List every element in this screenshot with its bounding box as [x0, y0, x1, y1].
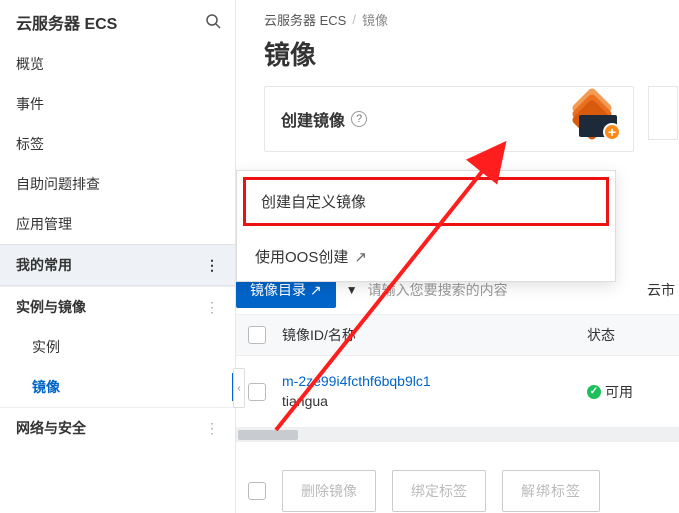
sidebar-group-network-label: 网络与安全: [16, 418, 86, 438]
table-row: m-2ze99i4fcthf6bqb9lc1 tiangua ✓ 可用: [236, 356, 679, 428]
more-vertical-icon[interactable]: ⋮: [205, 257, 219, 274]
image-name: tiangua: [282, 392, 571, 412]
create-image-dropdown: 创建自定义镜像 使用OOS创建 ↗: [236, 170, 616, 282]
sidebar-group-favorites[interactable]: 我的常用 ⋮: [0, 244, 235, 286]
column-header-status[interactable]: 状态: [587, 325, 667, 345]
image-stack-icon: +: [561, 101, 617, 137]
sidebar-group-instances-label: 实例与镜像: [16, 297, 86, 317]
horizontal-scrollbar[interactable]: [236, 428, 679, 442]
dropdown-item-oos-label: 使用OOS创建: [255, 246, 348, 267]
table-footer-actions: 删除镜像 绑定标签 解绑标签: [236, 464, 679, 513]
dropdown-item-custom-image[interactable]: 创建自定义镜像: [243, 177, 609, 226]
status-ok-icon: ✓: [587, 385, 601, 399]
bind-tag-button[interactable]: 绑定标签: [392, 470, 486, 512]
delete-image-button[interactable]: 删除镜像: [282, 470, 376, 512]
table-header: 镜像ID/名称 状态: [236, 314, 679, 356]
breadcrumb-root[interactable]: 云服务器 ECS: [264, 10, 346, 29]
external-link-icon: ↗: [354, 248, 367, 266]
select-all-checkbox[interactable]: [248, 326, 266, 344]
page-title: 镜像: [264, 35, 679, 72]
sidebar: 云服务器 ECS 概览 事件 标签 自助问题排查 应用管理 我的常用 ⋮ 实例与…: [0, 0, 236, 513]
column-header-id[interactable]: 镜像ID/名称: [282, 325, 571, 345]
sidebar-item-instance[interactable]: 实例: [0, 327, 235, 367]
sidebar-group-instances[interactable]: 实例与镜像 ⋮: [0, 286, 235, 327]
breadcrumb-separator: /: [352, 12, 356, 27]
sidebar-item-selfcheck[interactable]: 自助问题排查: [0, 164, 235, 204]
create-image-card[interactable]: 创建镜像 ? +: [264, 86, 634, 152]
dropdown-item-oos[interactable]: 使用OOS创建 ↗: [237, 232, 615, 281]
more-vertical-icon[interactable]: ⋮: [205, 420, 219, 437]
sidebar-group-network[interactable]: 网络与安全 ⋮: [0, 407, 235, 448]
sidebar-collapse-handle[interactable]: ‹: [233, 368, 245, 408]
row-checkbox[interactable]: [248, 383, 266, 401]
image-table: 镜像ID/名称 状态 m-2ze99i4fcthf6bqb9lc1 tiangu…: [236, 314, 679, 446]
breadcrumb: 云服务器 ECS / 镜像: [264, 10, 679, 29]
filter-caret-icon[interactable]: ▼: [346, 283, 358, 297]
dropdown-item-custom-image-label: 创建自定义镜像: [261, 191, 366, 212]
plus-badge-icon: +: [603, 123, 621, 141]
search-icon[interactable]: [205, 13, 221, 32]
adjacent-card[interactable]: [648, 86, 678, 140]
search-placeholder: 请输入您要搜索的内容: [368, 280, 508, 300]
image-directory-button-label: 镜像目录: [250, 280, 306, 300]
main-content: 云服务器 ECS / 镜像 镜像 创建镜像 ? + 创建自定义镜: [236, 0, 679, 513]
sidebar-item-tags[interactable]: 标签: [0, 124, 235, 164]
sidebar-item-image[interactable]: 镜像: [0, 367, 235, 407]
sidebar-item-appmgr[interactable]: 应用管理: [0, 204, 235, 244]
search-input[interactable]: 请输入您要搜索的内容: [368, 280, 637, 300]
image-id-link[interactable]: m-2ze99i4fcthf6bqb9lc1: [282, 372, 571, 392]
sidebar-item-events[interactable]: 事件: [0, 84, 235, 124]
create-image-title: 创建镜像: [281, 107, 345, 131]
external-link-icon: ↗: [310, 282, 322, 299]
footer-select-all-checkbox[interactable]: [248, 482, 266, 500]
breadcrumb-current: 镜像: [362, 10, 388, 29]
sidebar-item-overview[interactable]: 概览: [0, 44, 235, 84]
more-vertical-icon[interactable]: ⋮: [205, 299, 219, 316]
help-icon[interactable]: ?: [351, 111, 367, 127]
status-text: 可用: [605, 382, 633, 402]
sidebar-title: 云服务器 ECS: [16, 10, 117, 34]
unbind-tag-button[interactable]: 解绑标签: [502, 470, 600, 512]
marketplace-link-truncated[interactable]: 云市: [647, 280, 679, 300]
sidebar-group-favorites-label: 我的常用: [16, 255, 72, 275]
